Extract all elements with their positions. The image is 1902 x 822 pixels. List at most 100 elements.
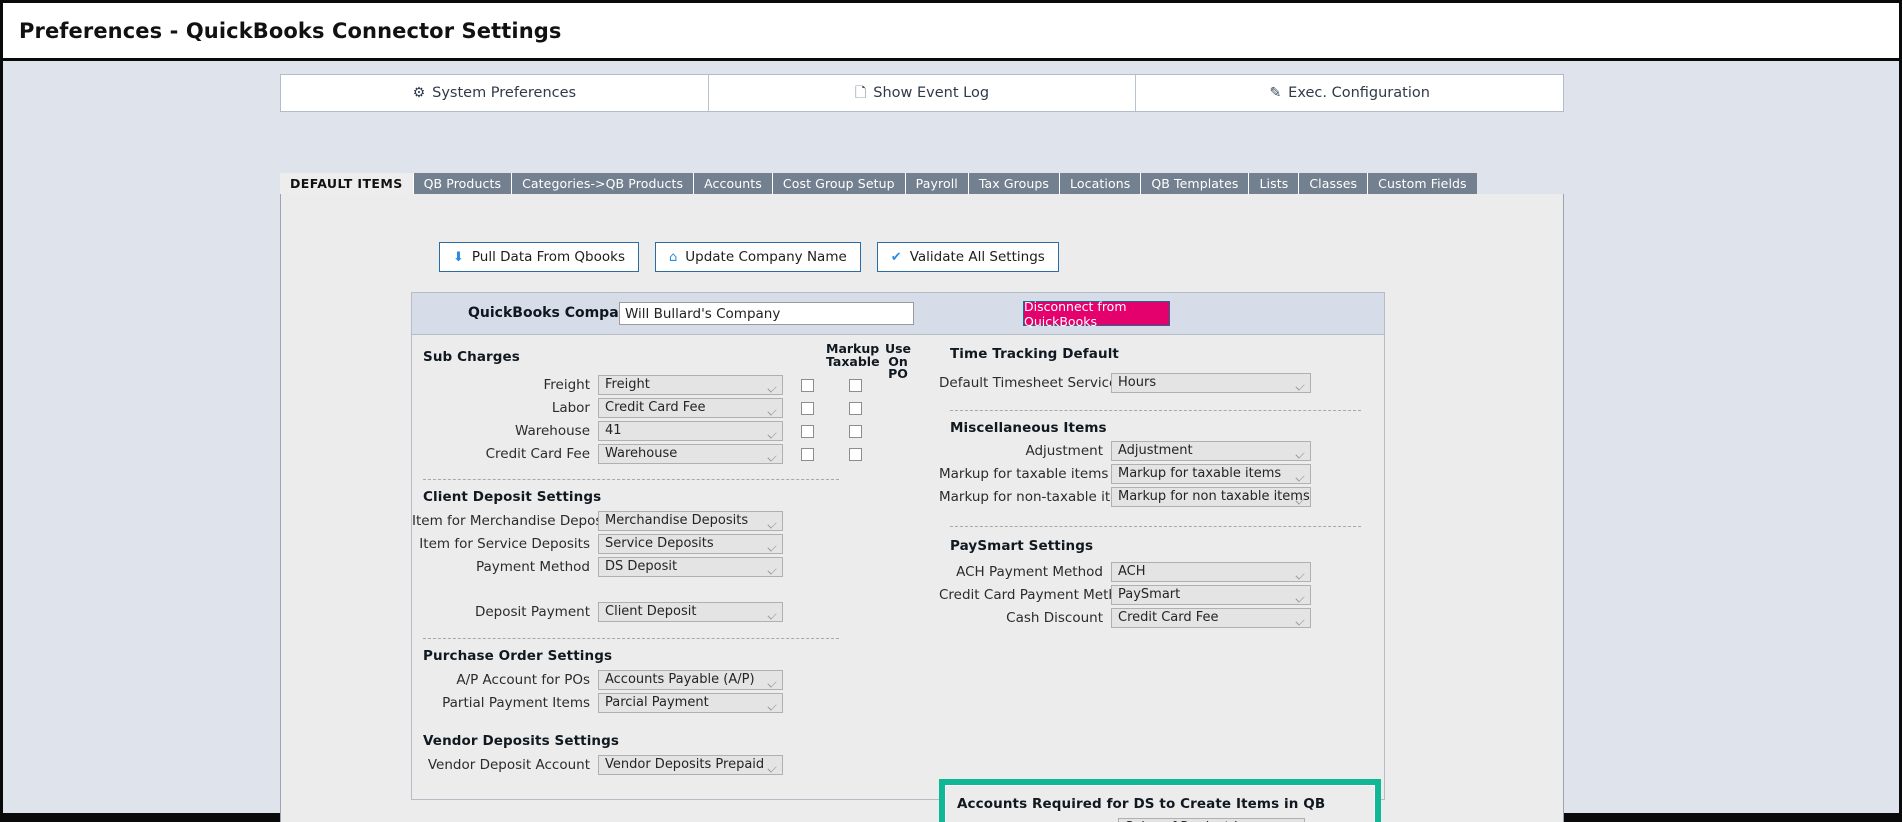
default-items-panel: ⬇ Pull Data From Qbooks ⌂ Update Company… [280,194,1564,822]
markup-non-taxable-items-select[interactable]: Markup for non taxable items [1111,487,1311,507]
top-button-label: System Preferences [432,85,577,101]
client-deposit-row-payment-method: Payment Method DS Deposit [412,556,932,578]
credit-card-payment-method-select[interactable]: PaySmart [1111,585,1311,605]
row-label: Default Timesheet Service [939,375,1118,391]
tab-qb-products[interactable]: QB Products [413,173,513,194]
ds-accounts-title: Accounts Required for DS to Create Items… [957,796,1326,812]
company-name-input[interactable] [619,302,914,325]
tab-cost-group-setup[interactable]: Cost Group Setup [772,173,906,194]
time-tracking-default-title: Time Tracking Default [950,346,1119,362]
income-account-select[interactable]: Sales of Product Income [1118,818,1305,822]
disconnect-from-quickbooks-button[interactable]: Disconnect from QuickBooks [1023,299,1170,329]
window-title-bar: Preferences - QuickBooks Connector Setti… [3,3,1899,61]
tab-categories-qb-products[interactable]: Categories->QB Products [512,173,695,194]
ds-accounts-row-income: Income Account Sales of Product Income [946,817,1374,822]
tab-accounts[interactable]: Accounts [694,173,773,194]
default-timesheet-service-select[interactable]: Hours [1111,373,1311,393]
labor-item-select[interactable]: Credit Card Fee [598,398,783,418]
paysmart-row-ach: ACH Payment Method ACH [939,561,1385,583]
row-label: Markup for non-taxable items [939,489,1139,505]
credit-card-fee-markup-taxable-checkbox[interactable] [800,447,814,461]
use-on-po-header-line2: PO [888,366,908,381]
row-label: Cash Discount [1006,610,1103,626]
row-label: Item for Service Deposits [419,536,590,552]
action-button-label: Validate All Settings [909,249,1045,265]
service-deposits-item-select[interactable]: Service Deposits [598,534,783,554]
home-icon: ⌂ [669,249,678,265]
credit-card-fee-use-on-po-checkbox[interactable] [848,447,862,461]
tab-custom-fields[interactable]: Custom Fields [1368,173,1477,194]
top-button-system-preferences[interactable]: ⚙ System Preferences [281,75,709,111]
freight-item-select[interactable]: Freight [598,375,783,395]
row-label: Partial Payment Items [442,695,590,711]
merchandise-deposits-item-select[interactable]: Merchandise Deposits [598,511,783,531]
markup-taxable-header-line2: Taxable [826,353,880,369]
vendor-deposit-account-select[interactable]: Vendor Deposits Prepaid [598,755,783,775]
sub-charges-title: Sub Charges [423,349,520,365]
tab-locations[interactable]: Locations [1060,173,1142,194]
adjustment-select[interactable]: Adjustment [1111,441,1311,461]
purchase-order-row-partial-payment: Partial Payment Items Parcial Payment [412,692,932,714]
ds-accounts-inner: Accounts Required for DS to Create Items… [945,785,1375,822]
warehouse-use-on-po-checkbox[interactable] [848,424,862,438]
paysmart-row-cash-discount: Cash Discount Credit Card Fee [939,607,1385,629]
tab-bar: DEFAULT ITEMS QB Products Categories->QB… [280,173,1564,194]
row-label: Payment Method [475,559,590,575]
row-label: Freight [543,377,590,393]
update-company-name-button[interactable]: ⌂ Update Company Name [655,242,861,272]
labor-use-on-po-checkbox[interactable] [848,401,862,415]
top-button-show-event-log[interactable]: 🗋 Show Event Log [708,75,1137,111]
row-label: Vendor Deposit Account [427,757,590,773]
row-label: Warehouse [514,423,590,439]
misc-row-markup-non-taxable: Markup for non-taxable items Markup for … [939,486,1385,508]
credit-card-fee-item-select[interactable]: Warehouse [598,444,783,464]
top-button-exec-configuration[interactable]: ✎ Exec. Configuration [1136,75,1564,111]
tab-lists[interactable]: Lists [1249,173,1300,194]
download-icon: ⬇ [453,249,464,265]
row-label: Credit Card Fee [485,446,590,462]
partial-payment-items-select[interactable]: Parcial Payment [598,693,783,713]
tab-default-items[interactable]: DEFAULT ITEMS [280,173,414,194]
warehouse-item-select[interactable]: 41 [598,421,783,441]
action-button-label: Pull Data From Qbooks [471,249,625,265]
warehouse-markup-taxable-checkbox[interactable] [800,424,814,438]
ds-accounts-highlight-box: Accounts Required for DS to Create Items… [939,779,1381,822]
tab-tax-groups[interactable]: Tax Groups [968,173,1061,194]
freight-markup-taxable-checkbox[interactable] [800,378,814,392]
row-label: Credit Card Payment Method [939,587,1134,603]
misc-row-markup-taxable: Markup for taxable items Markup for taxa… [939,463,1385,485]
paysmart-settings-title: PaySmart Settings [950,538,1094,554]
time-tracking-row-timesheet-service: Default Timesheet Service Hours [939,372,1385,394]
top-action-strip: ⚙ System Preferences 🗋 Show Event Log ✎ … [280,74,1564,112]
application-window: Preferences - QuickBooks Connector Setti… [0,0,1902,822]
sub-charge-row-credit-card-fee: Credit Card Fee Warehouse [412,443,932,465]
top-button-label: Exec. Configuration [1288,85,1430,101]
ap-account-for-pos-select[interactable]: Accounts Payable (A/P) [598,670,783,690]
payment-method-select[interactable]: DS Deposit [598,557,783,577]
cash-discount-select[interactable]: Credit Card Fee [1111,608,1311,628]
application-body: ⚙ System Preferences 🗋 Show Event Log ✎ … [3,61,1899,822]
deposit-payment-select[interactable]: Client Deposit [598,602,783,622]
client-deposit-row-merchandise: Item for Merchandise Deposits Merchandis… [412,510,932,532]
row-label: Item for Merchandise Deposits [412,513,619,529]
ach-payment-method-select[interactable]: ACH [1111,562,1311,582]
labor-markup-taxable-checkbox[interactable] [800,401,814,415]
client-deposit-settings-title: Client Deposit Settings [423,489,602,505]
use-on-po-header-line1: Use On [884,341,912,369]
purchase-order-row-ap-account: A/P Account for POs Accounts Payable (A/… [412,669,932,691]
tab-payroll[interactable]: Payroll [905,173,969,194]
row-label: Markup for taxable items [939,466,1109,482]
sub-charge-row-labor: Labor Credit Card Fee [412,397,932,419]
settings-panel: QuickBooks Company Name Disconnect from … [411,292,1385,822]
client-deposit-row-deposit-payment: Deposit Payment Client Deposit [412,601,932,623]
top-button-label: Show Event Log [873,85,990,101]
gear-icon: ⚙ [412,85,426,101]
vendor-deposits-settings-title: Vendor Deposits Settings [423,733,620,749]
tab-qb-templates[interactable]: QB Templates [1141,173,1250,194]
document-icon: 🗋 [854,85,867,101]
markup-taxable-items-select[interactable]: Markup for taxable items [1111,464,1311,484]
validate-all-settings-button[interactable]: ✔ Validate All Settings [876,242,1059,272]
tab-classes[interactable]: Classes [1299,173,1369,194]
pull-data-from-qbooks-button[interactable]: ⬇ Pull Data From Qbooks [439,242,639,272]
edit-square-icon: ✎ [1269,85,1282,101]
